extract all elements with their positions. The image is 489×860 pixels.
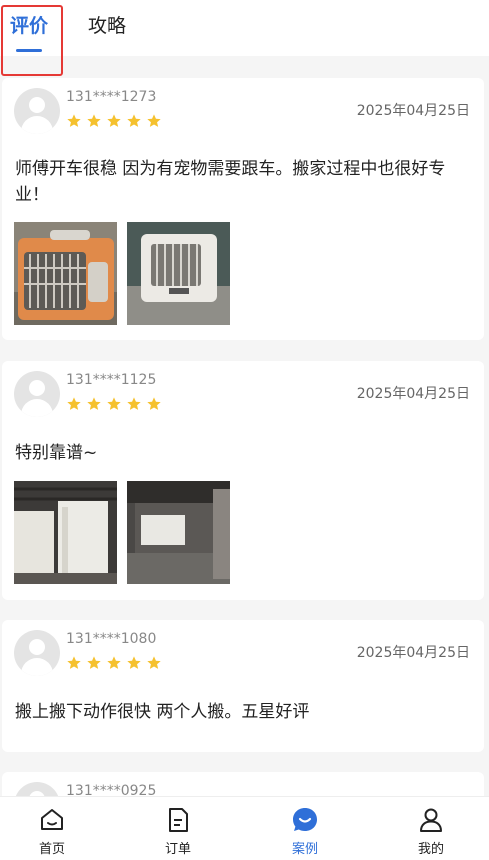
bottom-tab-bar: 首页 订单 案例 我的 [0, 796, 489, 860]
star-icon [127, 656, 141, 669]
star-icon [67, 114, 81, 127]
tabbar-home-label: 首页 [38, 842, 65, 857]
tabbar-mine-label: 我的 [417, 842, 444, 857]
star-icon [147, 656, 161, 669]
star-icon [87, 114, 101, 127]
tabbar-cases[interactable]: 案例 [265, 797, 345, 860]
star-icon [107, 656, 121, 669]
review-photo-truck-loaded[interactable] [127, 481, 230, 584]
review-photo-truck-cargo[interactable] [14, 481, 117, 584]
star-icon [67, 397, 81, 410]
avatar [14, 630, 60, 676]
star-icon [67, 656, 81, 669]
reviewer-name: 131****1125 [66, 372, 157, 388]
rating-stars [66, 396, 162, 412]
review-photo-pet-carrier-white[interactable] [127, 222, 230, 325]
reviewer-name: 131****1273 [66, 89, 157, 105]
document-icon [169, 808, 188, 832]
tabbar-cases-label: 案例 [291, 842, 318, 857]
tabbar-mine[interactable]: 我的 [391, 797, 471, 860]
review-card: 131****1273 2025年04月25日 师傅开车很稳 因为有宠物需要跟车… [2, 78, 484, 340]
star-icon [127, 114, 141, 127]
star-icon [107, 114, 121, 127]
review-date: 2025年04月25日 [356, 386, 470, 402]
star-icon [147, 114, 161, 127]
avatar [14, 371, 60, 417]
avatar [14, 88, 60, 134]
star-icon [87, 397, 101, 410]
user-icon [420, 808, 442, 832]
tabbar-orders-label: 订单 [164, 842, 191, 857]
star-icon [127, 397, 141, 410]
review-text: 搬上搬下动作很快 两个人搬。五星好评 [15, 702, 310, 722]
highlight-box [1, 5, 63, 76]
tab-guides[interactable]: 攻略 [88, 12, 126, 40]
tabbar-orders[interactable]: 订单 [138, 797, 218, 860]
review-text: 特别靠谱~ [15, 443, 98, 463]
review-date: 2025年04月25日 [356, 103, 470, 119]
star-icon [87, 656, 101, 669]
top-tab-bar: 评价 攻略 [0, 0, 489, 56]
reviewer-name: 131****1080 [66, 631, 157, 647]
home-icon [41, 809, 63, 830]
review-text: 师傅开车很稳 因为有宠物需要跟车。搬家过程中也很好专业！ [15, 159, 446, 205]
rating-stars [66, 113, 162, 129]
star-icon [147, 397, 161, 410]
rating-stars [66, 655, 162, 671]
review-card: 131****1080 2025年04月25日 搬上搬下动作很快 两个人搬。五星… [2, 620, 484, 752]
review-date: 2025年04月25日 [356, 645, 470, 661]
review-card: 131****1125 2025年04月25日 特别靠谱~ [2, 361, 484, 600]
tabbar-home[interactable]: 首页 [12, 797, 92, 860]
chat-bubble-icon [293, 808, 317, 831]
review-photo-pet-carrier-orange[interactable] [14, 222, 117, 325]
star-icon [107, 397, 121, 410]
